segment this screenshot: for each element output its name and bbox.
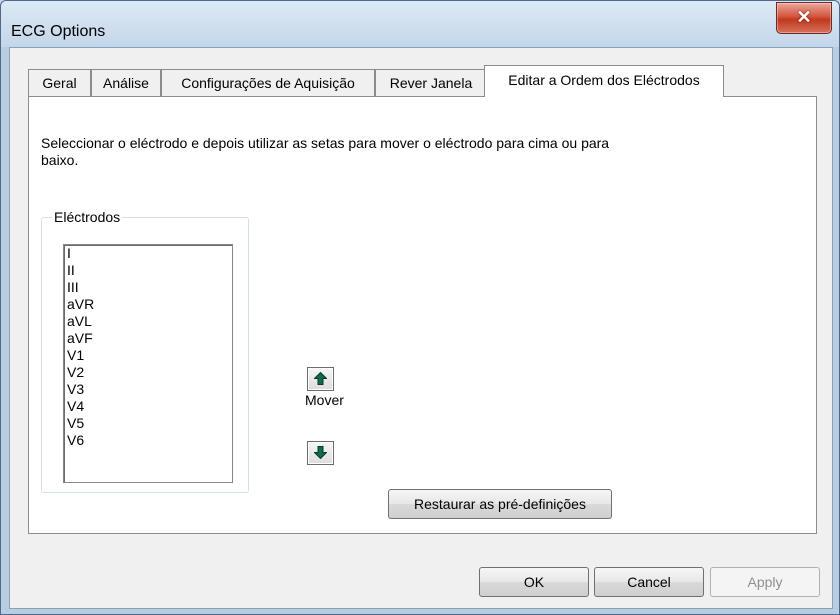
move-label: Mover [305, 392, 344, 408]
restore-defaults-label: Restaurar as pré-definições [414, 496, 586, 512]
window-title: ECG Options [11, 23, 106, 40]
list-item[interactable]: aVR [64, 296, 232, 313]
list-item[interactable]: V2 [64, 364, 232, 381]
instructions-text: Seleccionar o eléctrodo e depois utiliza… [41, 135, 610, 168]
list-item[interactable]: II [64, 262, 232, 279]
tab-label: Configurações de Aquisição [181, 75, 355, 91]
tab-label: Rever Janela [389, 75, 473, 91]
list-item[interactable]: aVF [64, 330, 232, 347]
restore-defaults-button[interactable]: Restaurar as pré-definições [388, 489, 612, 519]
tab-label: Análise [103, 75, 149, 91]
title-bar[interactable]: ECG Options ✕ [1, 1, 839, 45]
tab-configuracoes-aquisicao[interactable]: Configurações de Aquisição [161, 69, 375, 96]
ok-button[interactable]: OK [479, 567, 589, 597]
tab-analise[interactable]: Análise [91, 69, 161, 96]
electrodes-listbox[interactable]: I II III aVR aVL aVF V1 V2 V3 V4 V5 V6 [63, 244, 233, 483]
electrodes-group: Eléctrodos I II III aVR aVL aVF V1 V2 V3… [41, 209, 249, 493]
move-down-button[interactable] [307, 441, 334, 465]
list-item[interactable]: aVL [64, 313, 232, 330]
arrow-up-icon [314, 372, 327, 385]
arrow-down-icon [314, 446, 327, 459]
tab-geral[interactable]: Geral [28, 69, 91, 96]
cancel-label: Cancel [627, 574, 671, 590]
list-item[interactable]: III [64, 279, 232, 296]
move-up-button[interactable] [307, 367, 334, 391]
apply-button[interactable]: Apply [710, 567, 820, 597]
list-item[interactable]: V1 [64, 347, 232, 364]
tab-panel: Seleccionar o eléctrodo e depois utiliza… [28, 96, 817, 534]
group-label: Eléctrodos [52, 209, 123, 226]
close-button[interactable]: ✕ [776, 2, 832, 34]
apply-label: Apply [747, 574, 783, 590]
tab-rever-janela[interactable]: Rever Janela [375, 69, 487, 96]
ok-label: OK [523, 574, 545, 590]
list-item[interactable]: V5 [64, 415, 232, 432]
tab-label: Editar a Ordem dos Eléctrodos [508, 72, 700, 88]
ecg-options-window: ECG Options ✕ Geral Análise Configuraçõe… [0, 0, 840, 615]
close-icon: ✕ [796, 7, 812, 27]
tab-editar-ordem-electrodos[interactable]: Editar a Ordem dos Eléctrodos [484, 65, 724, 97]
tab-label: Geral [42, 75, 77, 91]
cancel-button[interactable]: Cancel [594, 567, 704, 597]
list-item[interactable]: V6 [64, 432, 232, 449]
dialog-client-area: Geral Análise Configurações de Aquisição… [9, 47, 833, 609]
list-item[interactable]: I [64, 245, 232, 262]
list-item[interactable]: V3 [64, 381, 232, 398]
list-item[interactable]: V4 [64, 398, 232, 415]
